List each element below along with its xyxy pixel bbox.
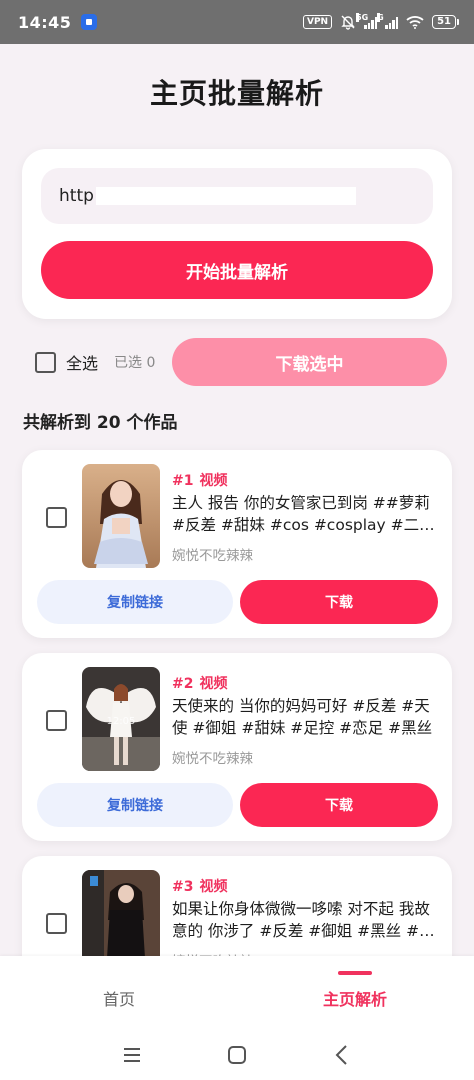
battery-icon: 51 — [432, 15, 459, 29]
item-author: 婉悦不吃辣辣 — [172, 548, 253, 564]
download-button[interactable]: 下载 — [240, 580, 438, 624]
url-input[interactable]: http — [41, 168, 433, 224]
item-thumbnail[interactable] — [82, 464, 160, 568]
back-icon[interactable] — [329, 1042, 355, 1068]
page-title: 主页批量解析 — [149, 77, 324, 110]
result-item: #1 视频 主人 报告 你的女管家已到岗 ##萝莉 #反差 #甜妹 #cos #c… — [22, 450, 452, 638]
start-batch-parse-button[interactable]: 开始批量解析 — [41, 241, 433, 299]
item-author: 婉悦不吃辣辣 — [172, 751, 253, 767]
status-bar: 14:45 VPN 5G G 51 — [0, 0, 474, 44]
vpn-icon: VPN — [302, 15, 333, 29]
download-button[interactable]: 下载 — [240, 783, 438, 827]
result-summary: 共解析到 20 个作品 — [23, 413, 178, 433]
item-checkbox[interactable] — [46, 710, 67, 731]
selection-row: 全选 已选 0 下载选中 — [35, 338, 447, 386]
item-description: 如果让你身体微微一哆嗦 对不起 我故意的 你涉了 #反差 #御姐 #黑丝 #甜妹 — [172, 900, 435, 940]
item-type: 视频 — [199, 473, 228, 489]
app-notification-icon — [81, 14, 98, 30]
select-all-checkbox[interactable] — [35, 351, 56, 373]
nav-home[interactable]: 首页 — [103, 986, 135, 1010]
notification-off-icon — [341, 15, 355, 30]
item-index: #3 — [172, 879, 194, 895]
menu-icon[interactable] — [119, 1042, 145, 1068]
item-meta: #1 视频 — [172, 470, 227, 490]
system-nav-bar — [0, 1030, 474, 1080]
copy-link-button[interactable]: 复制链接 — [37, 783, 233, 827]
nav-homepage-parse[interactable]: 主页解析 — [323, 986, 387, 1010]
select-all-label[interactable]: 全选 — [66, 350, 98, 374]
item-index: #2 — [172, 676, 194, 692]
item-type: 视频 — [199, 676, 228, 692]
item-description: 天使来的 当你的妈妈可好 #反差 #天使 #御姐 #甜妹 #足控 #恋足 #黑丝 — [172, 697, 433, 737]
cell-signal-g-icon: G — [377, 12, 399, 29]
home-icon[interactable] — [224, 1042, 250, 1068]
item-type: 视频 — [199, 879, 228, 895]
url-redaction — [95, 187, 356, 205]
item-meta: #3 视频 — [172, 876, 227, 896]
item-index: #1 — [172, 473, 194, 489]
cell-signal-5g-icon: 5G — [356, 12, 378, 29]
input-card: http 开始批量解析 — [22, 149, 452, 319]
item-description: 主人 报告 你的女管家已到岗 ##萝莉 #反差 #甜妹 #cos #cospla… — [172, 494, 435, 534]
item-thumbnail[interactable]: 12:05 — [82, 667, 160, 771]
selected-count: 已选 0 — [114, 355, 156, 371]
nav-active-indicator — [338, 971, 372, 975]
status-icons: VPN 5G G 51 — [302, 12, 459, 30]
bottom-nav: 首页 主页解析 — [0, 956, 474, 1038]
status-time: 14:45 — [18, 12, 72, 32]
wifi-icon — [406, 16, 424, 29]
result-item: 12:05 #2 视频 天使来的 当你的妈妈可好 #反差 #天使 #御姐 #甜妹 … — [22, 653, 452, 841]
item-checkbox[interactable] — [46, 507, 67, 528]
url-input-value: http — [59, 186, 94, 206]
item-meta: #2 视频 — [172, 673, 227, 693]
copy-link-button[interactable]: 复制链接 — [37, 580, 233, 624]
item-checkbox[interactable] — [46, 913, 67, 934]
download-selected-button[interactable]: 下载选中 — [172, 338, 447, 386]
thumb-overlay-text: 12:05 — [107, 716, 136, 727]
